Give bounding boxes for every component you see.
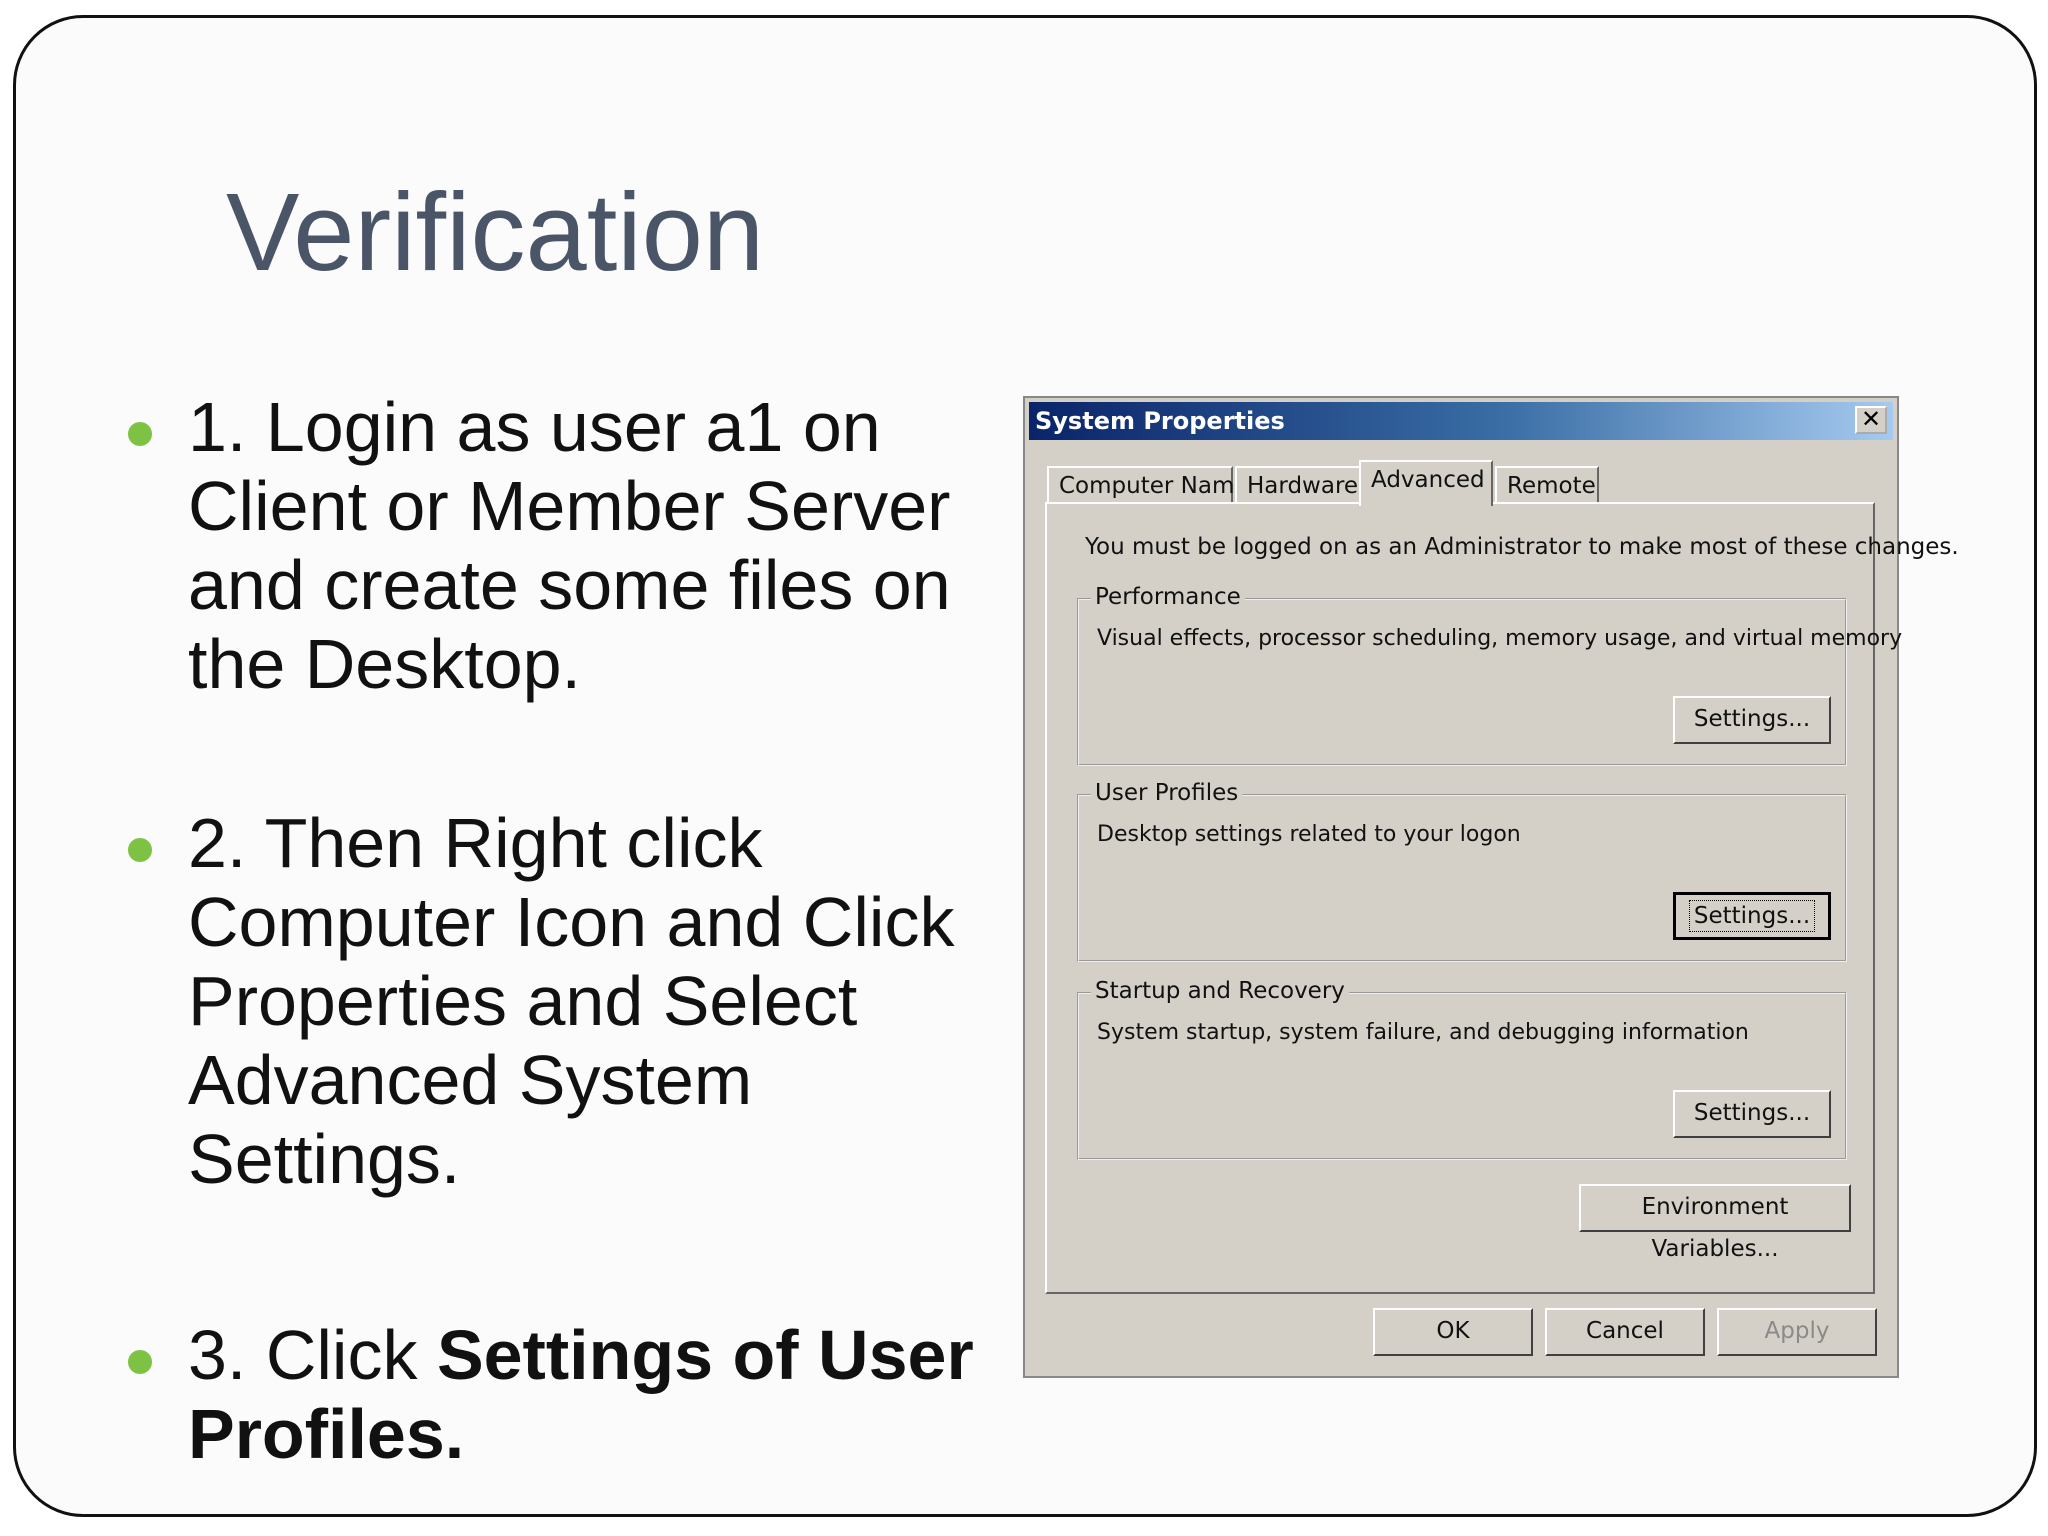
bullet-dot-icon xyxy=(128,1350,152,1374)
slide-title: Verification xyxy=(226,171,765,294)
user-profiles-settings-button[interactable]: Settings... xyxy=(1673,892,1831,940)
group-description: Desktop settings related to your logon xyxy=(1097,822,1521,847)
button-label: Settings... xyxy=(1693,1100,1811,1126)
bullet-dot-icon xyxy=(128,838,152,862)
slide: Verification 1. Login as user a1 on Clie… xyxy=(13,15,2037,1517)
tab-computer-name[interactable]: Computer Name xyxy=(1047,466,1249,504)
startup-recovery-group: Startup and Recovery System startup, sys… xyxy=(1077,978,1847,1160)
bullet-item-2: 2. Then Right click Computer Icon and Cl… xyxy=(128,804,1008,1199)
button-label: Cancel xyxy=(1586,1318,1664,1344)
bullet-text: 1. Login as user a1 on Client or Member … xyxy=(188,388,951,703)
group-description: Visual effects, processor scheduling, me… xyxy=(1097,626,1903,651)
admin-note: You must be logged on as an Administrato… xyxy=(1085,534,1959,560)
system-properties-dialog: System Properties ✕ Computer Name Hardwa… xyxy=(1023,396,1959,1378)
button-label: Settings... xyxy=(1693,706,1811,732)
dialog-title-bar[interactable]: System Properties ✕ xyxy=(1029,402,1893,440)
tab-hardware[interactable]: Hardware xyxy=(1235,466,1361,504)
ok-button[interactable]: OK xyxy=(1373,1308,1533,1356)
bullet-text: 2. Then Right click Computer Icon and Cl… xyxy=(188,804,955,1198)
bullet-dot-icon xyxy=(128,422,152,446)
user-profiles-group: User Profiles Desktop settings related t… xyxy=(1077,780,1847,962)
startup-recovery-settings-button[interactable]: Settings... xyxy=(1673,1090,1831,1138)
cancel-button[interactable]: Cancel xyxy=(1545,1308,1705,1356)
advanced-tab-panel: You must be logged on as an Administrato… xyxy=(1045,502,1959,1294)
apply-button[interactable]: Apply xyxy=(1717,1308,1877,1356)
button-label: Settings... xyxy=(1688,900,1816,932)
group-label: User Profiles xyxy=(1091,780,1243,806)
bullet-item-1: 1. Login as user a1 on Client or Member … xyxy=(128,388,1008,704)
dialog-title: System Properties xyxy=(1035,407,1285,435)
close-icon[interactable]: ✕ xyxy=(1855,406,1887,434)
tab-advanced[interactable]: Advanced xyxy=(1359,460,1493,506)
group-label: Performance xyxy=(1091,584,1245,610)
bullet-text: 3. Click xyxy=(188,1316,437,1394)
environment-variables-button[interactable]: Environment Variables... xyxy=(1579,1184,1851,1262)
tab-remote[interactable]: Remote xyxy=(1495,466,1599,504)
performance-settings-button[interactable]: Settings... xyxy=(1673,696,1831,744)
button-label: Apply xyxy=(1764,1318,1830,1344)
performance-group: Performance Visual effects, processor sc… xyxy=(1077,584,1902,766)
group-label: Startup and Recovery xyxy=(1091,978,1349,1004)
button-label: OK xyxy=(1436,1318,1470,1344)
group-description: System startup, system failure, and debu… xyxy=(1097,1020,1749,1045)
button-label: Environment Variables... xyxy=(1641,1194,1789,1262)
bullet-item-3: 3. Click Settings of User Profiles. xyxy=(128,1316,1008,1474)
